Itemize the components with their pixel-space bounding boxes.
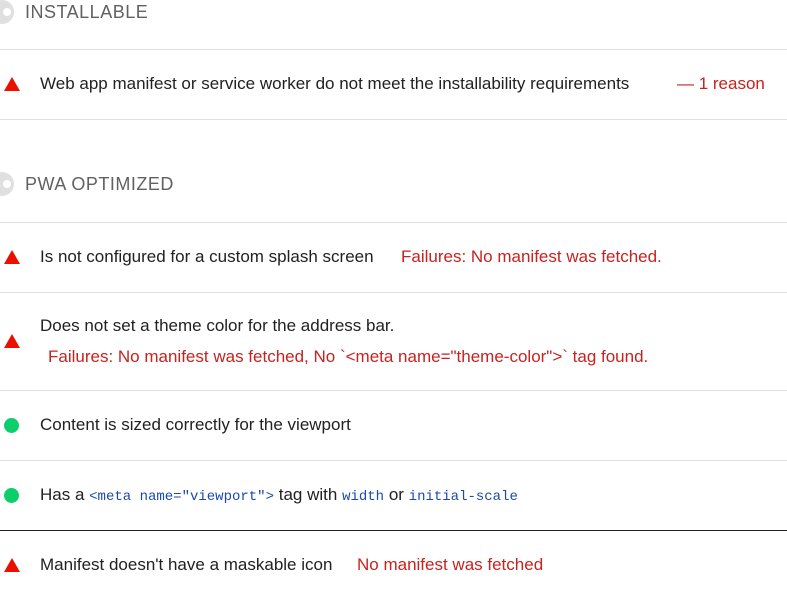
audit-detail: Failures: No manifest was fetched, No `<… [48, 347, 649, 366]
audit-detail: Failures: No manifest was fetched. [401, 247, 662, 266]
group-title-installable: INSTALLABLE [25, 2, 149, 22]
audit-detail[interactable]: — 1 reason [677, 74, 765, 94]
installable-badge-icon [0, 0, 14, 24]
code-width: width [342, 489, 385, 505]
audit-title: Does not set a theme color for the addre… [40, 316, 395, 335]
fail-triangle-icon [4, 250, 20, 264]
audit-maskable-icon[interactable]: Manifest doesn't have a maskable icon No… [0, 531, 787, 594]
audit-splash-screen[interactable]: Is not configured for a custom splash sc… [0, 223, 787, 292]
audit-title: Web app manifest or service worker do no… [40, 74, 630, 93]
pwa-optimized-badge-icon [0, 172, 14, 196]
group-header-installable: INSTALLABLE [0, 0, 787, 24]
audit-installable-manifest[interactable]: Web app manifest or service worker do no… [0, 50, 787, 119]
viewport-or: or [388, 485, 404, 504]
viewport-prefix: Has a [40, 485, 85, 504]
audit-title: Content is sized correctly for the viewp… [40, 415, 351, 434]
fail-triangle-icon [4, 334, 20, 348]
audit-title: Is not configured for a custom splash sc… [40, 247, 374, 266]
audit-title: Manifest doesn't have a maskable icon [40, 555, 333, 574]
audit-viewport[interactable]: Has a <meta name="viewport"> tag with wi… [0, 461, 787, 530]
fail-triangle-icon [4, 77, 20, 91]
audit-title: Has a <meta name="viewport"> tag with wi… [40, 485, 518, 505]
group-title-pwa-optimized: PWA OPTIMIZED [25, 174, 174, 194]
pass-circle-icon [4, 418, 19, 433]
viewport-middle: tag with [278, 485, 338, 504]
fail-triangle-icon [4, 558, 20, 572]
code-initial-scale: initial-scale [408, 489, 518, 505]
pass-circle-icon [4, 488, 19, 503]
group-header-pwa-optimized: PWA OPTIMIZED [0, 172, 787, 196]
code-meta-viewport: <meta name="viewport"> [89, 489, 274, 505]
divider [0, 119, 787, 120]
audit-content-width[interactable]: Content is sized correctly for the viewp… [0, 391, 787, 460]
audit-theme-color[interactable]: Does not set a theme color for the addre… [0, 293, 787, 390]
audit-detail: No manifest was fetched [357, 555, 544, 574]
